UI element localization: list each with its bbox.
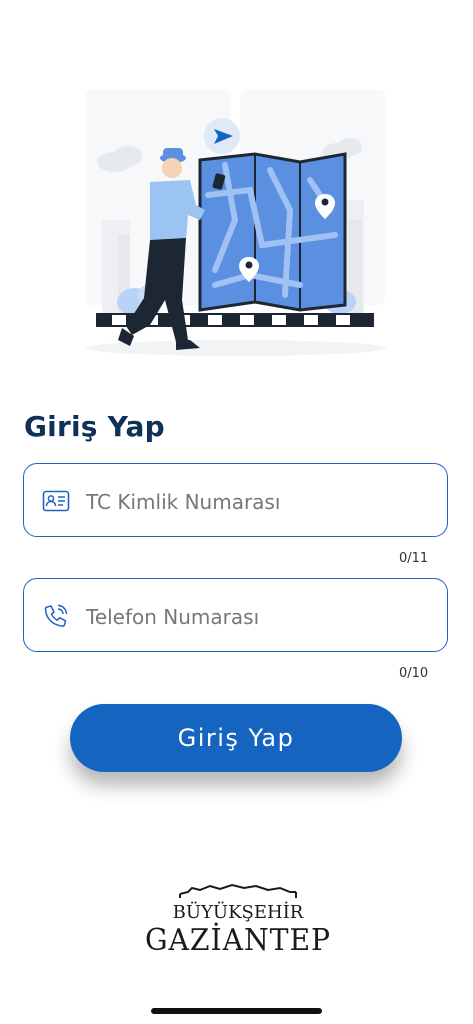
logo-line2: GAZİANTEP (145, 922, 331, 958)
phone-field[interactable] (23, 578, 448, 652)
login-button[interactable]: Giriş Yap (70, 704, 402, 772)
tc-kimlik-field[interactable] (23, 463, 448, 537)
logo-line1: BÜYÜKŞEHİR (173, 900, 304, 923)
phone-call-icon (44, 604, 68, 627)
hero-illustration (86, 90, 386, 356)
page-title: Giriş Yap (24, 410, 165, 443)
tc-kimlik-input[interactable] (84, 484, 438, 520)
id-card-icon (42, 490, 70, 512)
gaziantep-logo: BÜYÜKŞEHİR GAZİANTEP (145, 883, 331, 958)
tc-char-counter: 0/11 (399, 551, 429, 566)
phone-input[interactable] (84, 599, 438, 635)
home-indicator (151, 1008, 322, 1014)
phone-char-counter: 0/10 (399, 666, 429, 681)
